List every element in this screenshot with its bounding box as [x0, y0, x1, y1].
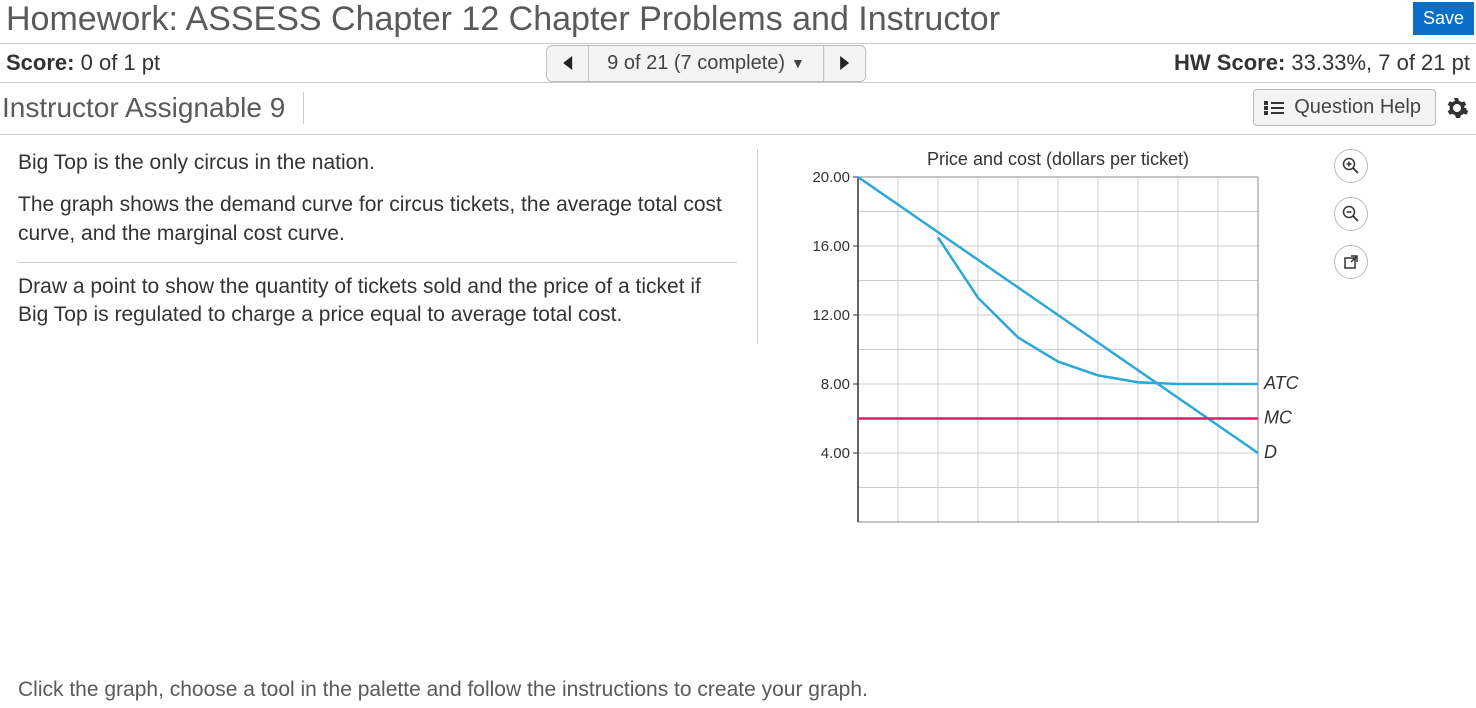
zoom-in-icon [1342, 157, 1360, 175]
prev-button[interactable] [547, 46, 589, 81]
score-label: Score: [6, 50, 74, 75]
score-bar: Score: 0 of 1 pt 9 of 21 (7 complete) ▼ … [0, 44, 1476, 82]
triangle-left-icon [561, 55, 575, 71]
popout-button[interactable] [1334, 245, 1368, 279]
zoom-out-icon [1342, 205, 1360, 223]
chart[interactable]: Price and cost (dollars per ticket) 4.00… [798, 149, 1318, 547]
paragraph-1: Big Top is the only circus in the nation… [18, 149, 737, 177]
svg-text:ATC: ATC [1263, 373, 1300, 393]
footer-instruction: Click the graph, choose a tool in the pa… [18, 678, 868, 702]
next-button[interactable] [823, 46, 865, 81]
chart-title: Price and cost (dollars per ticket) [798, 149, 1318, 170]
question-nav: 9 of 21 (7 complete) ▼ [546, 45, 866, 82]
paragraph-3: Draw a point to show the quantity of tic… [18, 273, 737, 330]
question-picker[interactable]: 9 of 21 (7 complete) ▼ [589, 46, 823, 81]
page-title: Homework: ASSESS Chapter 12 Chapter Prob… [6, 0, 1413, 39]
triangle-right-icon [837, 55, 851, 71]
svg-text:D: D [1264, 442, 1277, 462]
svg-text:16.00: 16.00 [812, 238, 850, 255]
score-left: Score: 0 of 1 pt [6, 50, 160, 76]
svg-text:8.00: 8.00 [821, 376, 850, 393]
save-button[interactable]: Save [1413, 2, 1474, 35]
popout-icon [1343, 254, 1359, 270]
zoom-out-button[interactable] [1334, 197, 1368, 231]
svg-text:MC: MC [1264, 408, 1293, 428]
question-title: Instructor Assignable 9 [2, 92, 304, 124]
list-icon [1264, 101, 1284, 115]
chart-canvas[interactable]: 4.00 8.00 12.00 16.00 20.00 ATC MC D [798, 172, 1318, 542]
chart-tools [1334, 149, 1368, 279]
hw-score-label: HW Score: [1174, 50, 1285, 75]
question-text: Big Top is the only circus in the nation… [18, 149, 758, 344]
hw-score-value: 33.33%, 7 of 21 pt [1291, 50, 1470, 75]
hw-score: HW Score: 33.33%, 7 of 21 pt [1174, 50, 1470, 76]
settings-button[interactable] [1444, 95, 1470, 121]
chevron-down-icon: ▼ [791, 55, 805, 71]
question-help-label: Question Help [1294, 96, 1421, 119]
question-help-button[interactable]: Question Help [1253, 89, 1436, 126]
score-value: 0 of 1 pt [81, 50, 161, 75]
gear-icon [1445, 96, 1469, 120]
svg-text:20.00: 20.00 [812, 172, 850, 186]
svg-text:12.00: 12.00 [812, 307, 850, 324]
zoom-in-button[interactable] [1334, 149, 1368, 183]
svg-text:4.00: 4.00 [821, 445, 850, 462]
nav-progress: 9 of 21 (7 complete) [607, 52, 785, 75]
paragraph-2: The graph shows the demand curve for cir… [18, 191, 737, 248]
